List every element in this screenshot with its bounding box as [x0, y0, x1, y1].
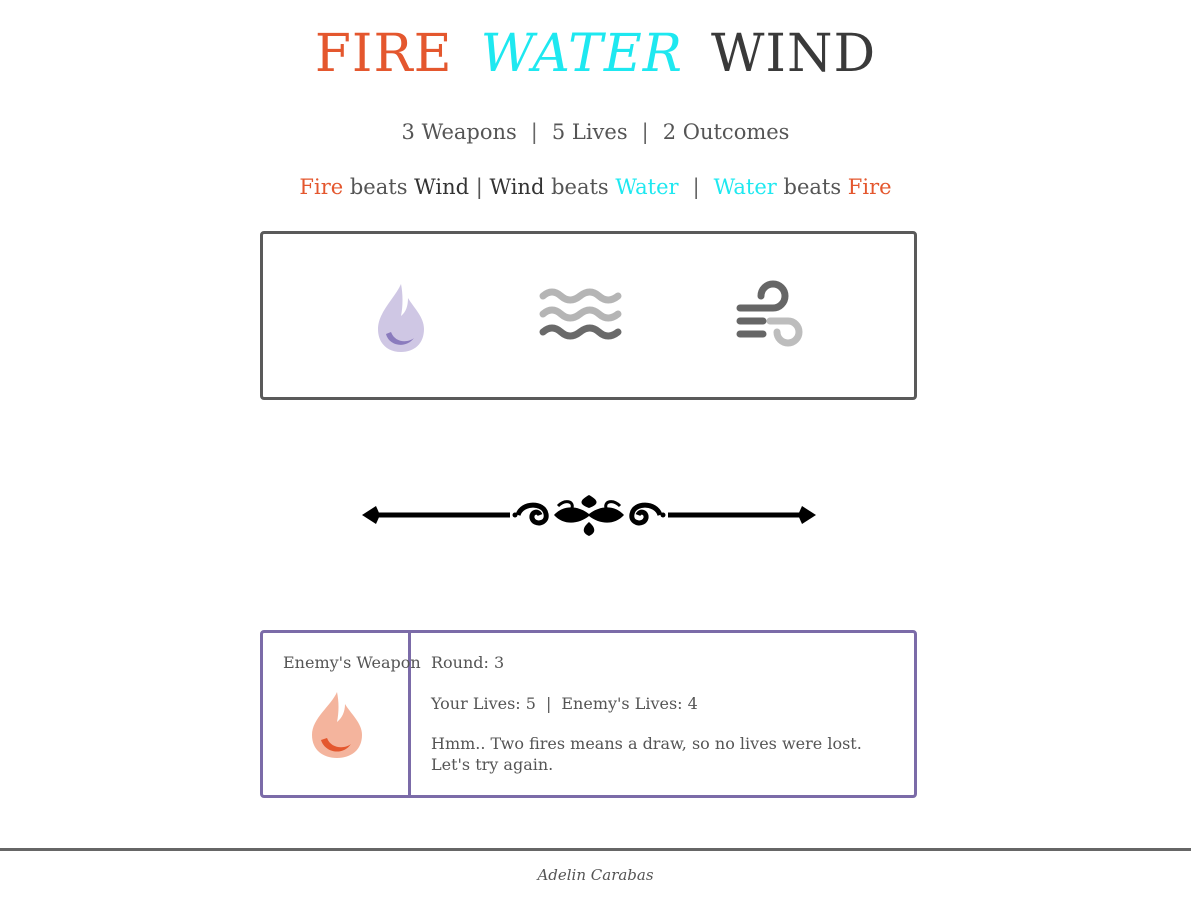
rule-water-word: Water — [713, 175, 777, 199]
fire-icon — [378, 284, 424, 352]
ornamental-divider — [362, 495, 816, 536]
title-fire: FIRE — [314, 24, 453, 84]
enemy-weapon-panel: Enemy's Weapon — [263, 633, 421, 795]
round-result-panel: Enemy's Weapon Round: 3 Your Lives: 5 | En… — [260, 630, 917, 798]
game-title: FIRE WATER WIND — [0, 24, 1191, 84]
enemy-lives: Enemy's Lives: 4 — [561, 694, 698, 713]
footer-author: Adelin Carabas — [537, 866, 654, 884]
round-number: Round: 3 — [431, 653, 505, 672]
lives-status: Your Lives: 5 | Enemy's Lives: 4 — [431, 694, 901, 713]
stat-separator: | — [530, 120, 538, 144]
stat-lives: 5 Lives — [551, 120, 628, 144]
rule-verb: beats — [544, 175, 616, 199]
rule-verb: beats — [776, 175, 848, 199]
stat-weapons: 3 Weapons — [401, 120, 517, 144]
fire-weapon-button[interactable] — [351, 274, 451, 354]
title-wind: WIND — [710, 24, 877, 84]
wind-weapon-button[interactable] — [718, 274, 818, 354]
result-message: Hmm.. Two fires means a draw, so no live… — [431, 734, 862, 774]
rule-verb: beats — [343, 175, 415, 199]
player-lives: Your Lives: 5 — [431, 694, 536, 713]
enemy-weapon-label: Enemy's Weapon — [283, 653, 421, 672]
rule-separator: | — [469, 175, 490, 199]
fire-icon — [312, 692, 362, 758]
stat-outcomes: 2 Outcomes — [662, 120, 790, 144]
rule-separator: | — [692, 175, 700, 199]
water-icon — [539, 288, 622, 340]
lives-separator: | — [545, 694, 552, 713]
water-weapon-button[interactable] — [531, 274, 631, 354]
rule-water-word: Water — [615, 175, 679, 199]
wind-icon — [736, 280, 803, 347]
stat-separator: | — [641, 120, 649, 144]
rule-fire-word: Fire — [299, 175, 344, 199]
game-rules: Fire beats Wind | Wind beats Water | Water… — [0, 175, 1191, 199]
weapon-selector — [260, 231, 917, 400]
round-info: Round: 3 Your Lives: 5 | Enemy's Lives: 4 … — [431, 653, 901, 775]
rule-wind-word: Wind — [414, 175, 470, 199]
footer-divider — [0, 848, 1191, 851]
rule-wind-word: Wind — [489, 175, 545, 199]
rule-fire-word: Fire — [847, 175, 892, 199]
game-stats: 3 Weapons | 5 Lives | 2 Outcomes — [0, 120, 1191, 144]
title-water: WATER — [480, 24, 683, 84]
